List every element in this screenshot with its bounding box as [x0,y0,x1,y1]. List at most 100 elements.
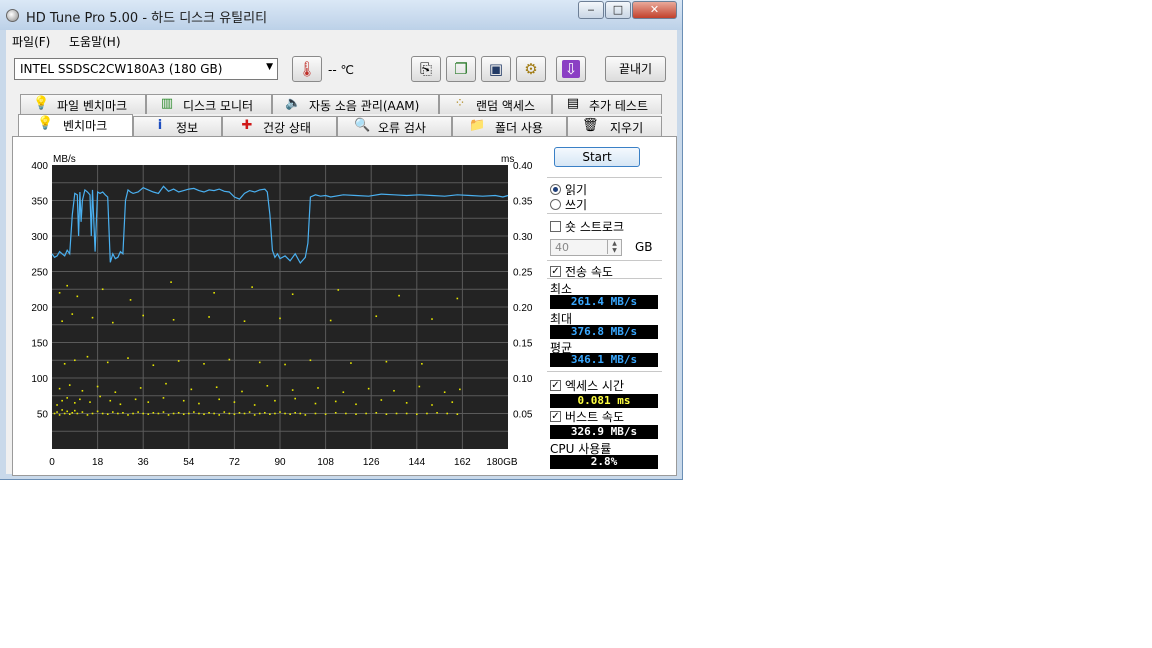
access-time-point [334,411,337,414]
separator [547,213,662,214]
read-radio[interactable] [550,184,561,195]
access-time-point [243,320,246,322]
close-button[interactable]: ✕ [632,1,677,19]
write-radio[interactable] [550,199,561,210]
access-time-point [375,315,378,318]
tab-benchmark[interactable]: 💡 벤치마크 [18,114,133,136]
drive-select[interactable]: INTEL SSDSC2CW180A3 (180 GB) ▼ [14,58,278,80]
short-stroke-spinner[interactable]: 40 ▲ ▼ [550,239,622,256]
window-title: HD Tune Pro 5.00 - 하드 디스크 유틸리티 [26,11,268,26]
download-button[interactable]: ⇩ [556,56,586,82]
exit-button[interactable]: 끝내기 [605,56,666,82]
access-time-point [79,398,81,401]
y-left-tick-label: 350 [31,197,48,208]
y-left-tick-label: 100 [31,374,48,385]
access-time-point [451,401,454,403]
copy-all-button[interactable]: ❐ [446,56,476,82]
tab-extra-tests[interactable]: ▤ 추가 테스트 [552,94,662,114]
access-time-point [134,398,137,401]
access-time-point [99,395,101,398]
tab-aam[interactable]: 🔈 자동 소음 관리(AAM) [272,94,439,114]
access-time-point [109,399,112,402]
access-time-point [443,391,446,393]
tab-random-access[interactable]: ⁘ 랜덤 액세스 [439,94,552,114]
access-time-point [274,399,276,402]
access-time-point [241,390,243,393]
short-stroke-checkbox[interactable] [550,221,561,232]
y-right-tick-label: 0.25 [513,268,533,279]
tab-error-scan[interactable]: 🔍 오류 검사 [337,116,452,136]
access-time-point [162,411,165,413]
access-time-point [284,412,286,415]
spin-down-icon[interactable]: ▼ [607,247,621,254]
write-label: 쓰기 [565,198,588,212]
access-time-point [269,413,271,416]
x-tick-label: 126 [363,457,380,468]
access-time-point [71,313,74,315]
spin-up-icon[interactable]: ▲ [607,240,621,247]
magnifier-icon: 🔍 [354,118,371,133]
tab-file-benchmark[interactable]: 💡 파일 벤치마크 [20,94,146,114]
access-time-point [405,402,408,404]
tab-folder-usage[interactable]: 📁 폴더 사용 [452,116,567,136]
access-time-point [61,409,63,411]
burst-rate-checkbox[interactable]: ✓ [550,411,561,422]
x-tick-label: 180GB [486,457,517,468]
access-time-point [71,411,74,414]
start-button[interactable]: Start [554,147,640,167]
access-time-point [253,414,256,416]
copy-icon: ⎘ [419,60,432,78]
access-time-point [436,411,438,414]
access-time-checkbox[interactable]: ✓ [550,380,561,391]
access-time-point [304,414,307,416]
access-time-point [266,385,269,387]
access-time-point [74,409,76,412]
access-time-point [218,398,220,401]
options-button[interactable]: ⚙ [516,56,546,82]
menu-file[interactable]: 파일(F) [12,33,50,50]
access-time-point [294,397,296,400]
copy-info-button[interactable]: ⎘ [411,56,441,82]
access-time-point [91,412,94,415]
tab-disk-monitor[interactable]: ▥ 디스크 모니터 [146,94,272,114]
access-time-point [299,412,302,415]
access-time-point [416,413,418,416]
access-time-point [112,321,114,324]
lightbulb-icon: 💡 [37,116,54,131]
access-time-point [337,289,340,291]
access-time-point [355,403,357,406]
benchmark-chart: MB/s ms 0 18 36 54 72 90 108 126 144 162 180GB4003… [31,154,533,468]
chevron-down-icon: ▼ [266,62,273,72]
access-time-point [459,388,461,391]
short-stroke-value: 40 [555,241,569,254]
access-time-point [68,384,71,386]
x-tick-label: 36 [138,457,150,468]
maximize-button[interactable]: □ [605,1,631,19]
tab-info[interactable]: i 정보 [133,116,222,136]
access-time-point [213,292,215,294]
temperature-button[interactable]: 🌡 [292,56,322,82]
save-button[interactable]: ▣ [481,56,511,82]
access-time-point [233,401,236,403]
x-tick-label: 72 [229,457,241,468]
y-right-tick-label: 0.10 [513,374,533,385]
transfer-rate-checkbox[interactable]: ✓ [550,266,561,277]
menu-help[interactable]: 도움말(H) [69,33,121,50]
avg-value: 346.1 MB/s [550,353,658,367]
access-time-point [393,389,395,392]
access-time-point [274,412,276,415]
access-time-point [127,414,129,416]
drive-select-value: INTEL SSDSC2CW180A3 (180 GB) [20,62,223,76]
access-time-point [342,391,345,393]
folder-icon: 📁 [469,118,486,133]
title-bar[interactable]: HD Tune Pro 5.00 - 하드 디스크 유틸리티 ‒ □ ✕ [0,0,682,30]
tab-erase[interactable]: 🗑 지우기 [567,116,662,136]
access-time-point [329,319,332,322]
access-time-point [68,413,71,416]
access-time-point [426,412,428,415]
minimize-button[interactable]: ‒ [578,1,604,19]
app-icon[interactable] [6,9,19,22]
access-time-point [61,399,63,402]
access-time-point [203,363,205,365]
tab-health[interactable]: ✚ 건강 상태 [222,116,337,136]
